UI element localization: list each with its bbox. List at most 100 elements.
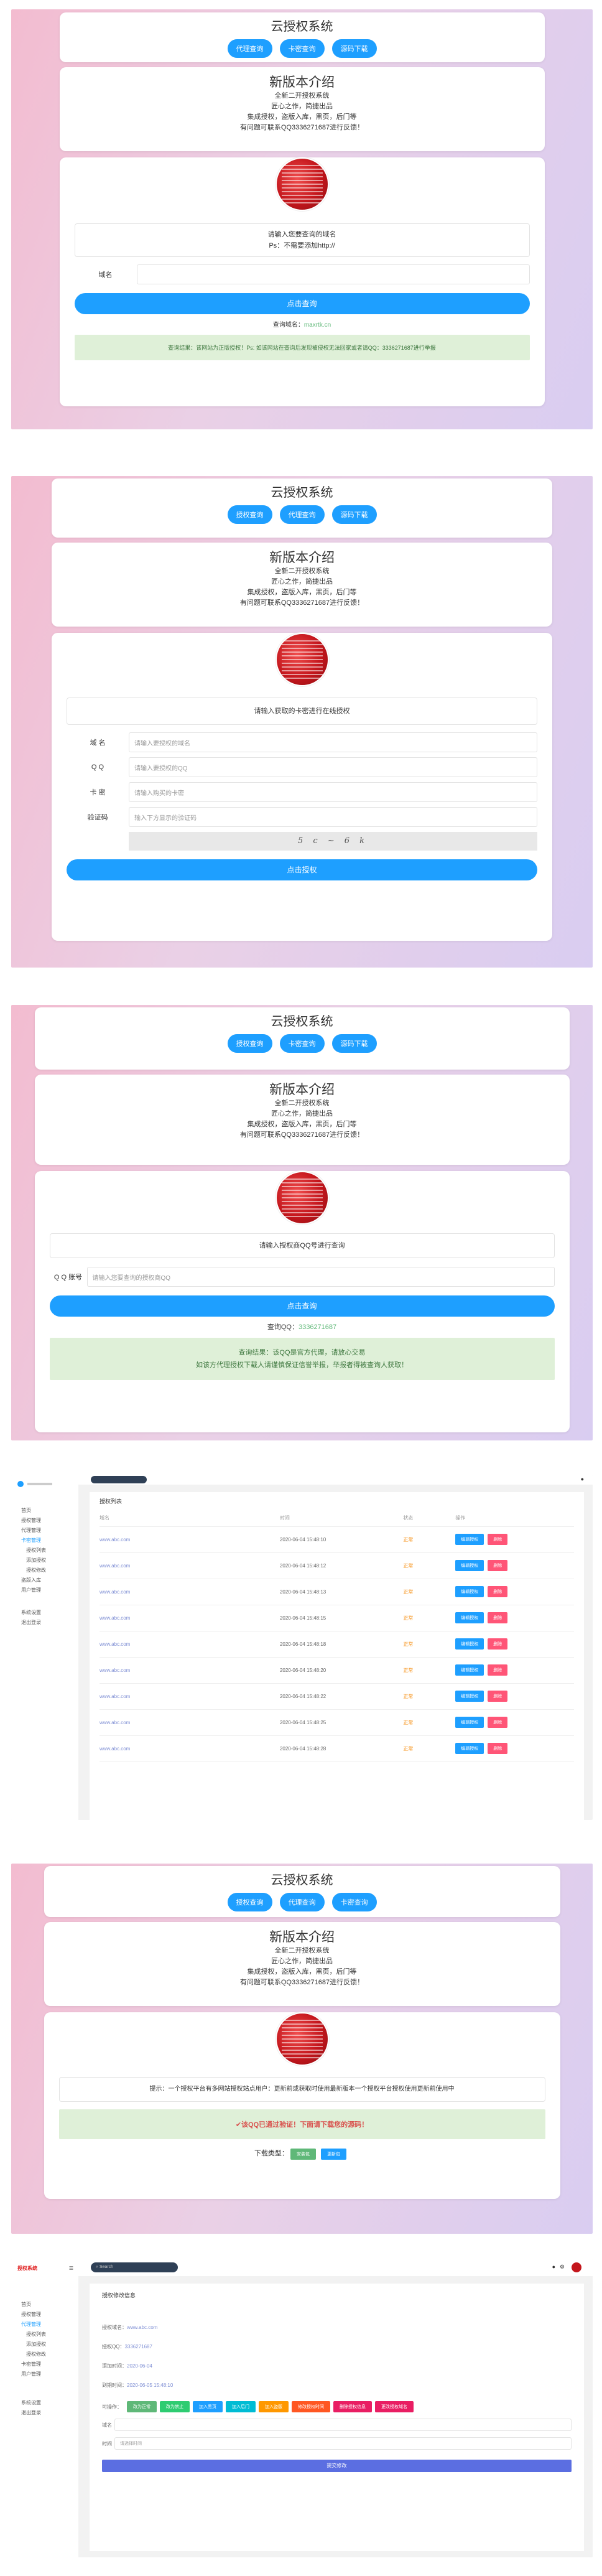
op-button[interactable]: 加入黑页 [193,2401,223,2412]
op-button[interactable]: 加入后门 [226,2401,256,2412]
source-download-button[interactable]: 源码下载 [331,1034,377,1053]
sidebar-item-card[interactable]: 卡密管理 [11,2359,78,2369]
delete-button[interactable]: 删除 [488,1664,508,1676]
row-actions: 编辑授权 删除 [455,1631,574,1658]
avatar[interactable] [572,2262,581,2272]
captcha-image[interactable]: 5 c ~ 6 k [129,832,537,851]
sidebar-sub-edit-auth[interactable]: 授权修改 [11,2350,78,2359]
search-input[interactable]: ⌕ Search [91,2262,178,2272]
source-download-button[interactable]: 源码下载 [331,39,377,58]
query-submit-button[interactable]: 点击查询 [74,293,530,314]
op-button[interactable]: 修改授权时间 [292,2401,330,2412]
sidebar-item-agent[interactable]: 代理管理 [11,1526,78,1536]
card-key-input[interactable]: 请输入购买的卡密 [129,782,537,802]
card-query-button[interactable]: 卡密查询 [331,1893,377,1911]
edit-auth-button[interactable]: 编辑授权 [455,1717,484,1728]
delete-button[interactable]: 删除 [488,1586,508,1597]
delete-button[interactable]: 删除 [488,1717,508,1728]
auth-query-button[interactable]: 授权查询 [227,1034,272,1053]
more-icon[interactable]: ● [581,1476,584,1482]
notification-icon[interactable]: ● [552,2264,555,2270]
query-card: 请输入您要查询的域名 Ps：不需要添加http:// 域名 点击查询 查询域名：… [59,157,545,406]
edit-auth-button[interactable]: 编辑授权 [455,1612,484,1623]
site-title: 云授权系统 [271,1015,333,1029]
captcha-input[interactable]: 输入下方显示的验证码 [129,807,537,827]
notice-line: 请输入您要查询的域名 [267,231,336,238]
edit-auth-button[interactable]: 编辑授权 [455,1743,484,1754]
table-row: www.abc.com 2020-06-04 15:48:28 正常 编辑授权 删除 [100,1735,574,1762]
card-query-button[interactable]: 卡密查询 [279,39,325,58]
auth-submit-button[interactable]: 点击授权 [67,859,537,880]
update-package-button[interactable]: 更新包 [321,2149,347,2160]
domain-input[interactable]: 请输入要授权的域名 [129,732,537,752]
site-title: 云授权系统 [271,486,333,500]
table-row: www.abc.com 2020-06-04 15:48:20 正常 编辑授权 删除 [100,1657,574,1684]
sidebar-item-settings[interactable]: 系统设置 [11,1608,78,1618]
logo-icon [17,1481,24,1487]
delete-button[interactable]: 删除 [488,1612,508,1623]
sidebar-item-users[interactable]: 用户管理 [11,2369,78,2379]
edit-auth-button[interactable]: 编辑授权 [455,1664,484,1676]
sidebar-item-card[interactable]: 卡密管理 [11,1536,78,1546]
sidebar-sub-add-auth[interactable]: 添加授权 [11,2340,78,2350]
settings-icon[interactable]: ⚙ [560,2264,565,2270]
sidebar-item-home[interactable]: 首页 [11,1506,78,1516]
sidebar: 授权系统 ☰ 首页 授权管理 代理管理 授权列表 添加授权 授权修改 卡密管理 … [11,2259,78,2557]
sidebar-sub-edit-auth[interactable]: 授权修改 [11,1566,78,1575]
sidebar-item-auth[interactable]: 授权管理 [11,2310,78,2320]
row-actions: 编辑授权 删除 [455,1552,574,1579]
sidebar-item-piracy[interactable]: 盗版入库 [11,1575,78,1585]
sidebar-item-settings[interactable]: 系统设置 [11,2398,78,2408]
screenshot-card-auth: 云授权系统 授权查询 代理查询 源码下载 新版本介绍 全新二开授权系统 匠心之作… [11,476,593,968]
delete-button[interactable]: 删除 [488,1743,508,1754]
sidebar-item-auth[interactable]: 授权管理 [11,1516,78,1526]
screenshot-domain-query: 云授权系统 代理查询 卡密查询 源码下载 新版本介绍 全新二开授权系统 匠心之作… [11,9,593,429]
delete-button[interactable]: 删除 [488,1691,508,1702]
edit-auth-button[interactable]: 编辑授权 [455,1534,484,1545]
sidebar-sub-add-auth[interactable]: 添加授权 [11,1556,78,1566]
domain-input[interactable] [114,2419,572,2431]
op-button[interactable]: 加入盗版 [259,2401,289,2412]
agent-query-button[interactable]: 代理查询 [279,1893,325,1911]
query-submit-button[interactable]: 点击查询 [49,1295,555,1317]
qq-input[interactable]: 请输入您要查询的授权商QQ [86,1267,555,1287]
source-download-button[interactable]: 源码下载 [331,505,377,524]
intro-line: 全新二开授权系统 [274,1947,330,1954]
agent-query-button[interactable]: 代理查询 [227,39,272,58]
op-button[interactable]: 改为禁止 [160,2401,190,2412]
sidebar-item-home[interactable]: 首页 [11,2300,78,2310]
edit-auth-button[interactable]: 编辑授权 [455,1586,484,1597]
agent-query-button[interactable]: 代理查询 [279,505,325,524]
domain-input[interactable] [136,264,530,284]
menu-toggle-icon[interactable]: ☰ [69,2266,73,2271]
info-value: 2020-06-05 15:48:10 [127,2382,174,2388]
install-package-button[interactable]: 安装包 [290,2149,316,2160]
sidebar-sub-auth-list[interactable]: 授权列表 [11,1546,78,1556]
query-qq-line: 查询QQ：3336271687 [50,1322,555,1332]
header-card: 云授权系统 代理查询 卡密查询 源码下载 [59,12,545,62]
submit-edit-button[interactable]: 提交修改 [102,2460,572,2472]
time-input[interactable]: 请选择时间 [114,2437,572,2450]
op-button[interactable]: 更改授权域名 [375,2401,414,2412]
sidebar-item-users[interactable]: 用户管理 [11,1585,78,1595]
sidebar-item-agent[interactable]: 代理管理 [11,2320,78,2330]
edit-auth-button[interactable]: 编辑授权 [455,1560,484,1571]
auth-query-button[interactable]: 授权查询 [227,505,272,524]
delete-button[interactable]: 删除 [488,1638,508,1650]
delete-button[interactable]: 删除 [488,1560,508,1571]
edit-auth-button[interactable]: 编辑授权 [455,1638,484,1650]
row-time: 2020-06-04 15:48:20 [279,1657,404,1684]
auth-card: 请输入获取的卡密进行在线授权 域 名 请输入要授权的域名 Q Q 请输入要授权的… [52,633,552,941]
op-button[interactable]: 改为正常 [127,2401,157,2412]
card-query-button[interactable]: 卡密查询 [279,1034,325,1053]
op-button[interactable]: 删除授权信息 [333,2401,372,2412]
search-input[interactable] [91,1476,147,1483]
sidebar-item-logout[interactable]: 退出登录 [11,1618,78,1628]
qq-input[interactable]: 请输入要授权的QQ [129,757,537,777]
sidebar-item-logout[interactable]: 退出登录 [11,2408,78,2418]
edit-auth-button[interactable]: 编辑授权 [455,1691,484,1702]
site-title: 云授权系统 [271,1874,333,1887]
delete-button[interactable]: 删除 [488,1534,508,1545]
sidebar-sub-auth-list[interactable]: 授权列表 [11,2330,78,2340]
auth-query-button[interactable]: 授权查询 [227,1893,272,1911]
